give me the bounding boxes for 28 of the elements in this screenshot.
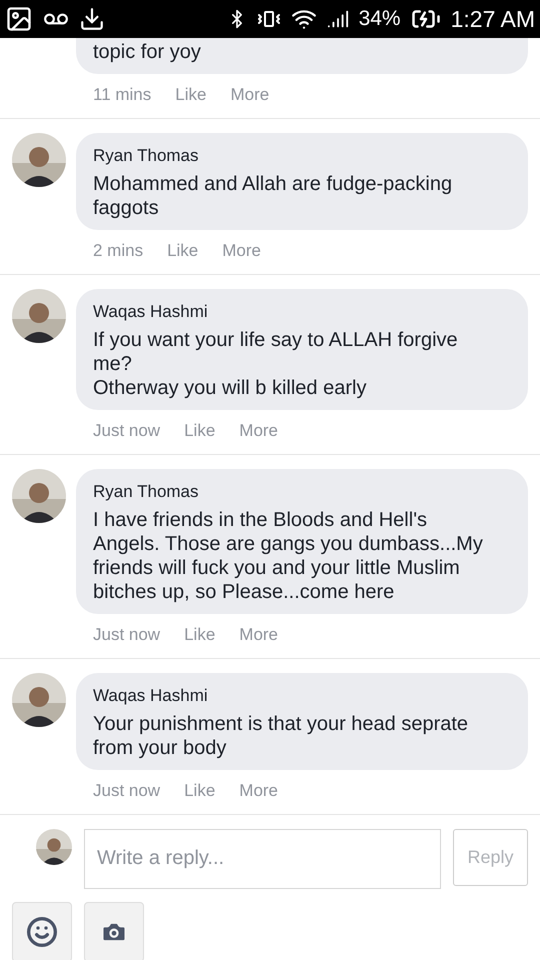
- author-name[interactable]: Ryan Thomas: [93, 478, 494, 504]
- author-name[interactable]: Waqas Hashmi: [93, 682, 494, 708]
- author-name[interactable]: Waqas Hashmi: [93, 298, 494, 324]
- reply-button[interactable]: Reply: [453, 828, 528, 886]
- timestamp: Just now: [93, 780, 160, 802]
- reply-field[interactable]: Write a reply...: [84, 828, 441, 888]
- comment-text: topic for yoy: [93, 40, 202, 64]
- timestamp: Just now: [93, 624, 160, 646]
- timestamp: Just now: [93, 420, 160, 442]
- action-link[interactable]: Like: [167, 238, 198, 264]
- action-link[interactable]: Like: [184, 778, 216, 804]
- timestamp: 2 mins: [93, 240, 144, 262]
- action-link[interactable]: More: [230, 82, 270, 108]
- action-link[interactable]: More: [239, 418, 278, 444]
- comment-text: If you want your life say to ALLAH forgive me? Otherway you will b killed early: [93, 328, 459, 400]
- action-link[interactable]: Like: [184, 418, 216, 444]
- clock: 1:27 AM: [450, 4, 535, 34]
- comment-text: Your punishment is that your head seprate from your body: [93, 712, 470, 760]
- battery-percent: 34%: [358, 6, 401, 32]
- comment-text: I have friends in the Bloods and Hell's Angels. Those are gangs you dumbass...My friends will fuck you and your little Muslim bitches up, so Please...come here: [93, 508, 484, 604]
- comment-text: Mohammed and Allah are fudge-packing faggots: [93, 172, 454, 220]
- action-link[interactable]: Like: [184, 622, 216, 648]
- timestamp: 11 mins: [93, 84, 152, 106]
- author-name[interactable]: Ryan Thomas: [93, 142, 494, 168]
- action-link[interactable]: More: [239, 778, 278, 804]
- action-link[interactable]: More: [222, 238, 261, 264]
- action-link[interactable]: Like: [175, 82, 206, 108]
- action-link[interactable]: More: [239, 622, 278, 648]
